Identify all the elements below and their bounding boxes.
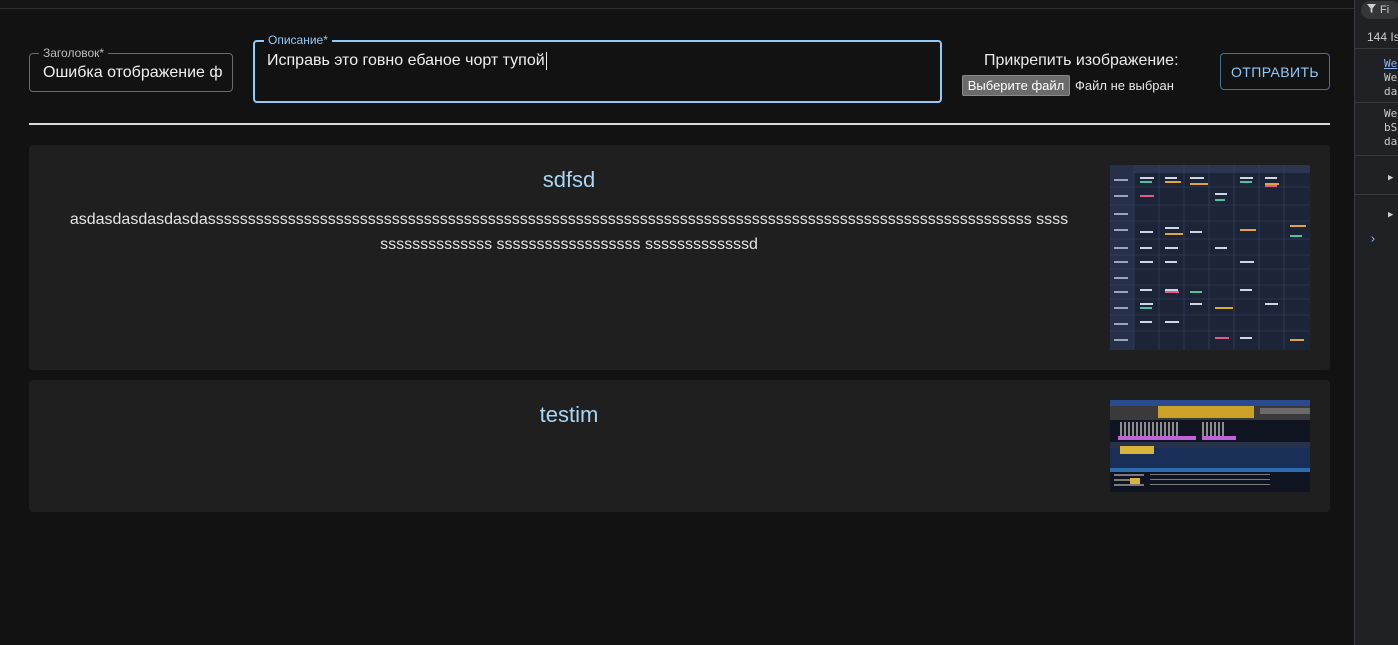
console-prompt-chevron-icon: › (1369, 232, 1377, 247)
browser-top-bar (0, 0, 1354, 9)
description-text: Исправь это говно ебаное чорт тупой (267, 52, 545, 69)
post-image[interactable] (1110, 165, 1310, 350)
devtools-issues-count[interactable]: 144 Iss (1367, 30, 1398, 44)
file-status-text: Файл не выбран (1075, 78, 1174, 93)
devtools-log-line: da (1384, 85, 1398, 98)
devtools-separator (1355, 102, 1398, 103)
devtools-log-line: da (1384, 135, 1398, 148)
text-caret (545, 52, 547, 70)
title-field[interactable]: Заголовок* Ошибка отображение ф (29, 46, 233, 92)
post-image[interactable] (1110, 400, 1310, 492)
post-title: sdfsd (542, 167, 596, 192)
devtools-filter-label: Fi (1380, 4, 1390, 16)
devtools-log-line: We (1384, 71, 1398, 84)
devtools-log-line[interactable]: We (1384, 58, 1397, 70)
expand-triangle-icon[interactable]: ▶ (1388, 210, 1393, 220)
description-field[interactable]: Описание* Исправь это говно ебаное чорт … (253, 33, 942, 103)
post-title: testim (539, 402, 599, 427)
filter-icon (1367, 4, 1376, 16)
devtools-log-line: We (1384, 107, 1398, 120)
devtools-filter[interactable]: Fi (1361, 1, 1398, 19)
devtools-log-line: bS (1384, 121, 1398, 134)
divider (29, 123, 1330, 125)
devtools-panel: Fi 144 Iss We We da We bS da ▶ ▶ › (1354, 0, 1398, 645)
submit-button[interactable]: ОТПРАВИТЬ (1220, 53, 1330, 90)
description-field-label: Описание* (264, 33, 332, 47)
post-card: testim (29, 380, 1330, 512)
title-field-value: Ошибка отображение ф (43, 63, 222, 81)
attach-image-label: Прикрепить изображение: (984, 52, 1179, 69)
devtools-separator (1355, 155, 1398, 156)
post-card: sdfsd asdasdasdasdasdassssssssssssssssss… (29, 145, 1330, 370)
description-field-value: Исправь это говно ебаное чорт тупой (267, 52, 930, 101)
devtools-separator (1355, 194, 1398, 195)
post-body: asdasdasdasdasdassssssssssssssssssssssss… (69, 211, 1069, 253)
devtools-separator (1355, 48, 1398, 49)
expand-triangle-icon[interactable]: ▶ (1388, 173, 1393, 183)
choose-file-button[interactable]: Выберите файл (962, 75, 1070, 96)
